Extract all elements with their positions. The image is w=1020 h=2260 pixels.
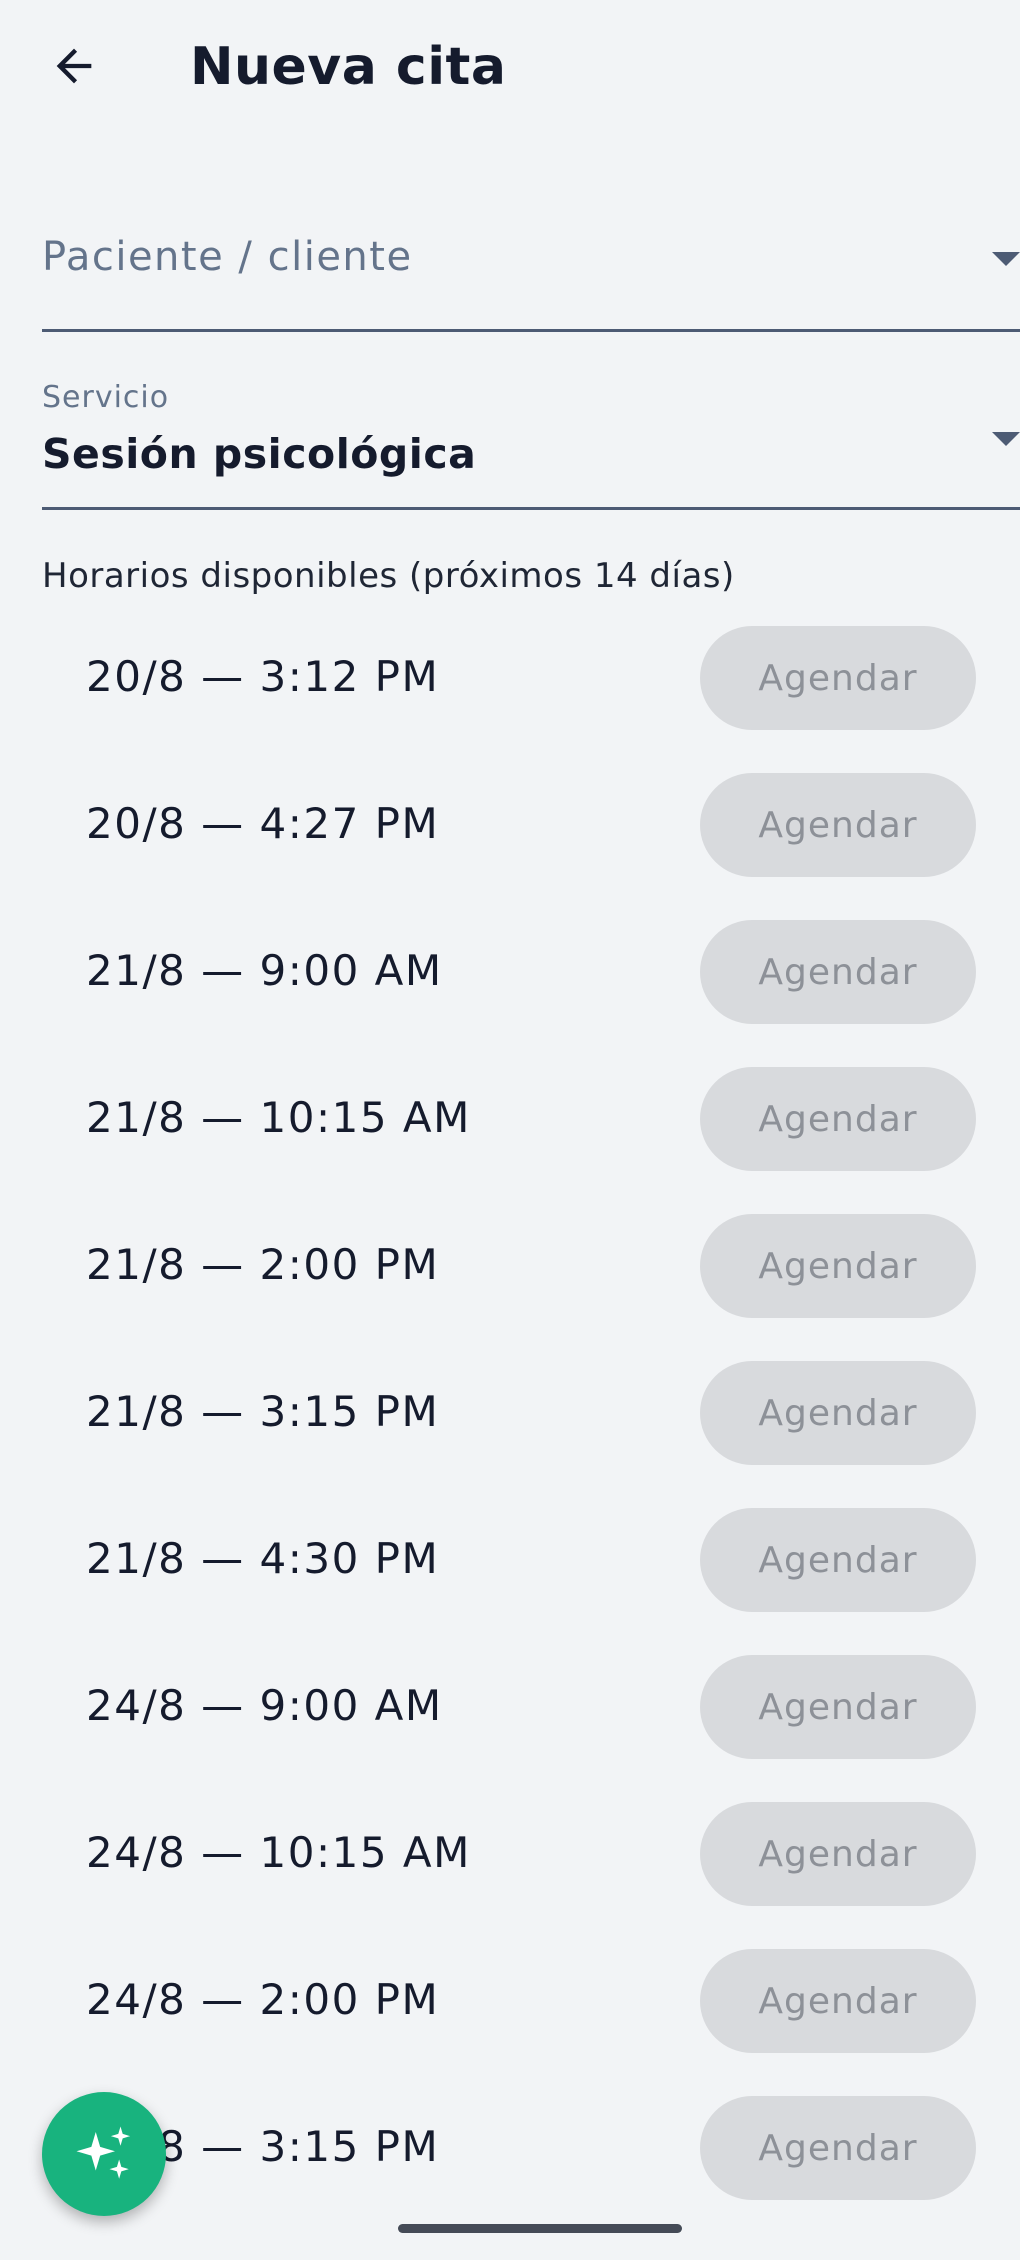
schedule-button[interactable]: Agendar <box>700 1802 976 1906</box>
slot-row: 24/8 — 9:00 AM Agendar <box>0 1653 1020 1800</box>
slot-row: 24/8 — 2:00 PM Agendar <box>0 1947 1020 2094</box>
slot-row: 24/8 — 10:15 AM Agendar <box>0 1800 1020 1947</box>
slot-datetime: 21/8 — 4:30 PM <box>86 1534 440 1583</box>
schedule-button[interactable]: Agendar <box>700 920 976 1024</box>
schedule-button[interactable]: Agendar <box>700 1067 976 1171</box>
app-bar: Nueva cita <box>0 0 1020 140</box>
service-value: Sesión psicológica <box>42 430 477 478</box>
slot-datetime: 21/8 — 9:00 AM <box>86 946 443 995</box>
slot-datetime: 21/8 — 10:15 AM <box>86 1093 471 1142</box>
slot-datetime: 24/8 — 2:00 PM <box>86 1975 440 2024</box>
slot-row: 20/8 — 4:27 PM Agendar <box>0 771 1020 918</box>
slot-row: 21/8 — 3:15 PM Agendar <box>0 1359 1020 1506</box>
schedule-button[interactable]: Agendar <box>700 1949 976 2053</box>
slot-row: 21/8 — 10:15 AM Agendar <box>0 1065 1020 1212</box>
slot-row: 21/8 — 2:00 PM Agendar <box>0 1212 1020 1359</box>
slot-datetime: 20/8 — 4:27 PM <box>86 799 440 848</box>
available-slots-heading: Horarios disponibles (próximos 14 días) <box>42 556 735 596</box>
slot-list: 20/8 — 3:12 PM Agendar 20/8 — 4:27 PM Ag… <box>0 624 1020 2241</box>
schedule-button[interactable]: Agendar <box>700 1361 976 1465</box>
slot-datetime: 24/8 — 10:15 AM <box>86 1828 471 1877</box>
back-button[interactable] <box>30 22 118 110</box>
patient-placeholder: Paciente / cliente <box>42 234 413 280</box>
service-label: Servicio <box>42 380 170 415</box>
arrow-back-icon <box>56 48 92 84</box>
new-appointment-screen: Nueva cita Paciente / cliente Servicio S… <box>0 0 1020 2260</box>
schedule-button[interactable]: Agendar <box>700 1214 976 1318</box>
slot-row: 21/8 — 9:00 AM Agendar <box>0 918 1020 1065</box>
schedule-button[interactable]: Agendar <box>700 626 976 730</box>
home-indicator[interactable] <box>398 2224 682 2233</box>
page-title: Nueva cita <box>190 37 507 97</box>
schedule-button[interactable]: Agendar <box>700 1655 976 1759</box>
schedule-button[interactable]: Agendar <box>700 773 976 877</box>
sparkles-icon <box>76 2126 131 2179</box>
schedule-button[interactable]: Agendar <box>700 2096 976 2200</box>
dropdown-arrow-icon <box>992 252 1020 266</box>
slot-datetime: 24/8 — 9:00 AM <box>86 1681 443 1730</box>
service-select[interactable]: Servicio Sesión psicológica <box>42 370 1020 510</box>
patient-select[interactable]: Paciente / cliente <box>42 190 1020 332</box>
slot-row: 20/8 — 3:12 PM Agendar <box>0 624 1020 771</box>
slot-datetime: 21/8 — 3:15 PM <box>86 1387 440 1436</box>
slot-datetime: 21/8 — 2:00 PM <box>86 1240 440 1289</box>
slot-row: 21/8 — 4:30 PM Agendar <box>0 1506 1020 1653</box>
assistant-fab[interactable] <box>42 2092 166 2216</box>
dropdown-arrow-icon <box>992 432 1020 446</box>
schedule-button[interactable]: Agendar <box>700 1508 976 1612</box>
slot-datetime: 20/8 — 3:12 PM <box>86 652 440 701</box>
